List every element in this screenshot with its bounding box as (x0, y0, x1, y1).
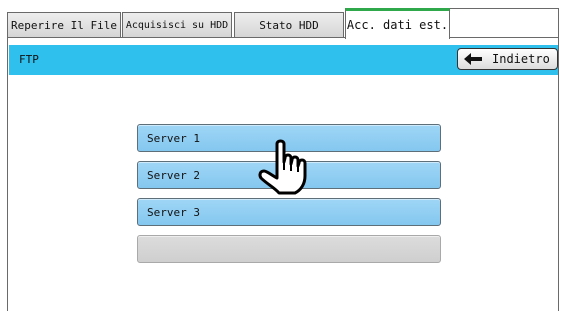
tab-acquisisci-su-hdd[interactable]: Acquisisci su HDD (122, 12, 232, 38)
tab-bar: Reperire Il File Acquisisci su HDD Stato… (7, 8, 559, 39)
tab-acc-dati-est[interactable]: Acc. dati est. (345, 8, 450, 39)
server-label: Server 3 (147, 205, 200, 219)
server-empty-button (137, 235, 441, 263)
page-title: FTP (19, 53, 39, 66)
tab-stato-hdd[interactable]: Stato HDD (234, 12, 344, 38)
server-3-button[interactable]: Server 3 (137, 198, 441, 226)
tab-label: Acc. dati est. (346, 18, 449, 32)
tab-label: Stato HDD (259, 19, 319, 32)
back-button[interactable]: Indietro (457, 48, 558, 70)
server-label: Server 2 (147, 168, 200, 182)
server-label: Server 1 (147, 131, 200, 145)
hand-pointer-icon (258, 139, 307, 195)
left-arrow-icon (464, 53, 482, 65)
tab-label: Reperire Il File (11, 19, 117, 32)
back-button-label: Indietro (492, 52, 550, 66)
tab-reperire-il-file[interactable]: Reperire Il File (7, 12, 121, 38)
header-bar: FTP Indietro (9, 45, 558, 75)
tab-bar-filler (449, 8, 559, 38)
tab-label: Acquisisci su HDD (125, 20, 229, 31)
